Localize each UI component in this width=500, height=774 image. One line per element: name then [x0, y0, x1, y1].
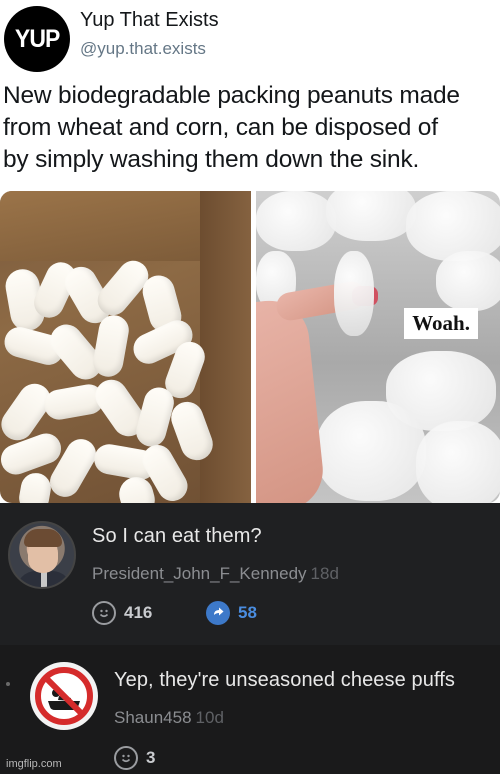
- foam: [326, 191, 416, 241]
- tweet-text-line: from wheat and corn, can be disposed of: [3, 114, 438, 141]
- tweet-text-line: New biodegradable packing peanuts made: [3, 82, 460, 109]
- comment-age: 10d: [195, 708, 224, 727]
- foam: [416, 421, 500, 503]
- like-button[interactable]: 416: [92, 601, 152, 625]
- display-name[interactable]: Yup That Exists: [80, 9, 219, 32]
- video-caption: Woah.: [404, 308, 478, 339]
- tweet-media[interactable]: Woah.: [0, 191, 500, 503]
- comment-meta: President_John_F_Kennedy 18d: [92, 564, 339, 584]
- avatar-hair: [24, 529, 62, 547]
- comment-username[interactable]: Shaun458: [114, 708, 192, 727]
- comment-meta: Shaun458 10d: [114, 708, 224, 728]
- like-count: 3: [146, 748, 156, 767]
- profile-avatar[interactable]: YUP: [4, 6, 70, 72]
- tweet-text-line: by simply washing them down the sink.: [3, 146, 420, 173]
- share-button[interactable]: 58: [206, 601, 257, 625]
- share-arrow-icon: [206, 601, 230, 625]
- packing-peanut: [16, 470, 54, 503]
- comment-text: So I can eat them?: [92, 525, 262, 547]
- watermark: imgflip.com: [6, 758, 62, 770]
- dissolving-peanut-photo[interactable]: Woah.: [256, 191, 500, 503]
- like-count: 416: [124, 603, 153, 622]
- tweet-text: New biodegradable packing peanuts made f…: [3, 80, 498, 176]
- box-side: [200, 191, 251, 503]
- wet-peanut: [334, 251, 374, 336]
- smiley-icon: [114, 746, 138, 770]
- smiley-icon: [92, 601, 116, 625]
- user-handle[interactable]: @yup.that.exists: [80, 39, 206, 59]
- no-bathing-icon: [35, 667, 93, 725]
- comments-panel: So I can eat them? President_John_F_Kenn…: [0, 503, 500, 774]
- hand: [256, 296, 327, 503]
- comment-username[interactable]: President_John_F_Kennedy: [92, 564, 307, 583]
- comment-text: Yep, they're unseasoned cheese puffs: [114, 669, 456, 691]
- foam: [316, 401, 426, 501]
- comment-age: 18d: [310, 564, 339, 583]
- thread-dot-icon: [6, 682, 10, 686]
- avatar-tie: [41, 571, 47, 587]
- share-count: 58: [238, 603, 257, 622]
- like-button[interactable]: 3: [114, 746, 155, 770]
- foam: [436, 251, 500, 311]
- comment-reply: Yep, they're unseasoned cheese puffs Sha…: [0, 645, 500, 774]
- tweet-card: YUP Yup That Exists @yup.that.exists New…: [0, 0, 500, 503]
- portrait-avatar[interactable]: [8, 521, 76, 589]
- packing-peanuts-box-photo[interactable]: [0, 191, 251, 503]
- foam: [406, 191, 500, 261]
- comment: So I can eat them? President_John_F_Kenn…: [0, 503, 500, 645]
- no-bathing-sign-avatar[interactable]: [30, 662, 98, 730]
- avatar-logo-text: YUP: [14, 24, 60, 53]
- foam: [256, 191, 336, 251]
